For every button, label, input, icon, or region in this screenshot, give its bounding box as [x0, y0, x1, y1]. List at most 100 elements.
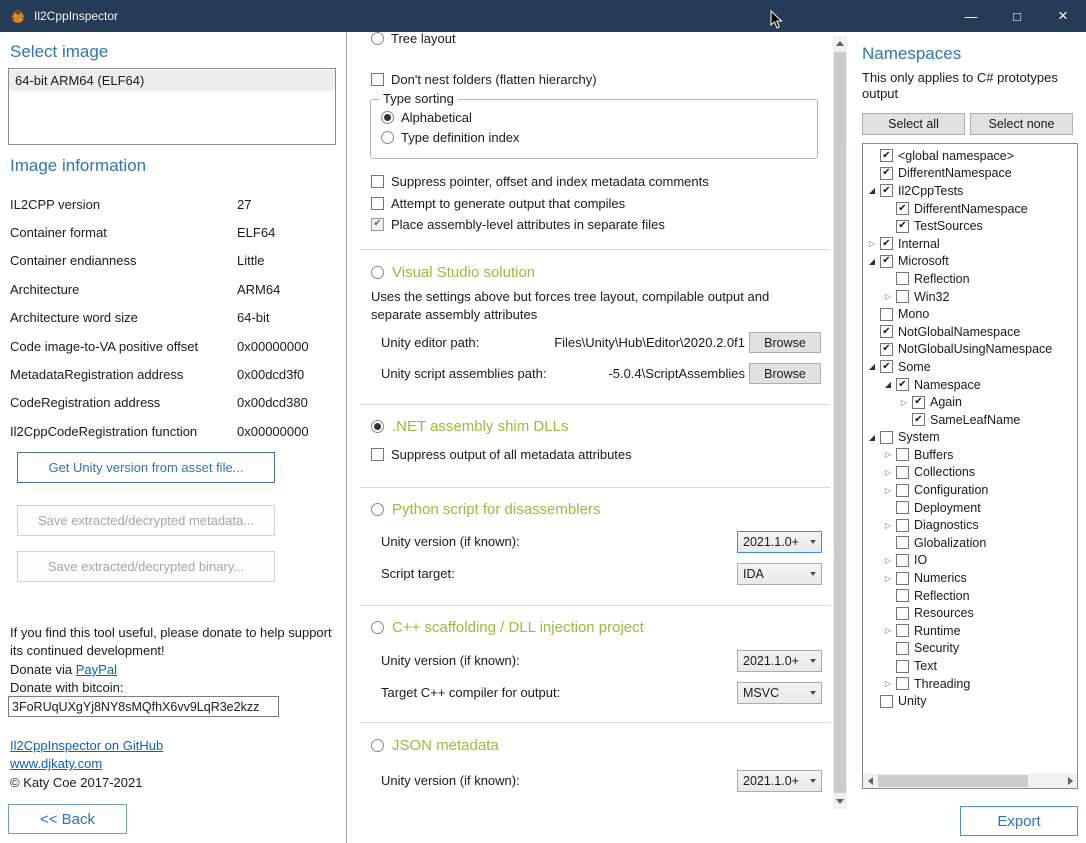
browse-assemblies-button[interactable]: Browse: [749, 363, 821, 384]
expander-expanded-icon[interactable]: ◢: [881, 380, 895, 389]
namespace-tree-item[interactable]: ◢✔Some: [863, 358, 1077, 376]
namespace-tree-item[interactable]: ▷Diagnostics: [863, 516, 1077, 534]
namespace-checkbox[interactable]: [896, 624, 909, 637]
flatten-checkbox-row[interactable]: Don't nest folders (flatten hierarchy): [371, 72, 597, 87]
website-link[interactable]: www.djkaty.com: [10, 756, 102, 771]
namespace-checkbox[interactable]: ✔: [880, 255, 893, 268]
github-link[interactable]: Il2CppInspector on GitHub: [10, 738, 163, 753]
namespace-tree-item[interactable]: ◢System: [863, 429, 1077, 447]
namespace-checkbox[interactable]: ✔: [912, 396, 925, 409]
namespace-tree-item[interactable]: ◢✔Microsoft: [863, 253, 1077, 271]
cpp-compiler-combo[interactable]: MSVC: [737, 682, 822, 704]
namespace-tree-item[interactable]: ✔NotGlobalNamespace: [863, 323, 1077, 341]
expander-collapsed-icon[interactable]: ▷: [897, 398, 911, 407]
namespace-tree-item[interactable]: Text: [863, 657, 1077, 675]
namespace-checkbox[interactable]: [896, 484, 909, 497]
namespace-checkbox[interactable]: ✔: [880, 343, 893, 356]
expander-collapsed-icon[interactable]: ▷: [881, 468, 895, 477]
expander-collapsed-icon[interactable]: ▷: [881, 521, 895, 530]
namespace-checkbox[interactable]: ✔: [880, 237, 893, 250]
scroll-left-arrow[interactable]: [863, 774, 877, 788]
scrollbar-thumb[interactable]: [878, 775, 1028, 787]
namespace-checkbox[interactable]: ✔: [880, 325, 893, 338]
radio-icon[interactable]: [371, 32, 384, 45]
namespace-checkbox[interactable]: [896, 642, 909, 655]
namespace-checkbox[interactable]: [896, 290, 909, 303]
expander-collapsed-icon[interactable]: ▷: [881, 574, 895, 583]
scrollbar-thumb[interactable]: [834, 52, 846, 793]
expander-collapsed-icon[interactable]: ▷: [865, 239, 879, 248]
suppress-metadata-checkbox-row[interactable]: Suppress output of all metadata attribut…: [371, 447, 632, 462]
namespace-tree-item[interactable]: Mono: [863, 305, 1077, 323]
checkbox-icon[interactable]: [371, 175, 384, 188]
checkbox-icon[interactable]: [371, 73, 384, 86]
namespace-checkbox[interactable]: [896, 272, 909, 285]
namespace-tree-item[interactable]: ✔TestSources: [863, 217, 1077, 235]
namespace-checkbox[interactable]: [896, 466, 909, 479]
namespace-checkbox[interactable]: [896, 607, 909, 620]
namespace-tree-item[interactable]: ▷Buffers: [863, 446, 1077, 464]
scroll-up-arrow[interactable]: [833, 36, 847, 51]
namespace-tree-item[interactable]: ▷Runtime: [863, 622, 1077, 640]
namespace-tree-item[interactable]: ▷✔Again: [863, 393, 1077, 411]
back-button[interactable]: << Back: [8, 804, 127, 834]
expander-collapsed-icon[interactable]: ▷: [881, 626, 895, 635]
namespace-checkbox[interactable]: [896, 572, 909, 585]
minimize-button[interactable]: —: [948, 0, 994, 32]
namespace-checkbox[interactable]: [896, 677, 909, 690]
select-none-button[interactable]: Select none: [970, 113, 1073, 135]
namespace-checkbox[interactable]: [896, 501, 909, 514]
namespace-checkbox[interactable]: [896, 448, 909, 461]
close-button[interactable]: ×: [1040, 0, 1086, 32]
namespace-checkbox[interactable]: ✔: [880, 360, 893, 373]
expander-collapsed-icon[interactable]: ▷: [881, 292, 895, 301]
export-button[interactable]: Export: [960, 806, 1078, 836]
namespace-checkbox[interactable]: [896, 519, 909, 532]
type-def-index-radio-row[interactable]: Type definition index: [381, 130, 520, 145]
namespace-checkbox[interactable]: ✔: [880, 184, 893, 197]
namespace-checkbox[interactable]: [880, 308, 893, 321]
radio-icon[interactable]: [371, 621, 384, 634]
expander-collapsed-icon[interactable]: ▷: [881, 556, 895, 565]
namespace-tree-item[interactable]: ✔DifferentNamespace: [863, 200, 1077, 218]
tree-horizontal-scrollbar[interactable]: [863, 774, 1077, 788]
maximize-button[interactable]: □: [994, 0, 1040, 32]
namespace-tree-item[interactable]: ▷✔Internal: [863, 235, 1077, 253]
namespace-tree-item[interactable]: ▷Numerics: [863, 569, 1077, 587]
radio-selected-icon[interactable]: [371, 420, 384, 433]
scroll-down-arrow[interactable]: [833, 794, 847, 809]
radio-icon[interactable]: [381, 131, 394, 144]
python-script-radio-row[interactable]: Python script for disassemblers: [371, 501, 600, 518]
visual-studio-radio-row[interactable]: Visual Studio solution: [371, 264, 535, 281]
unity-version-combo[interactable]: 2021.1.0+: [737, 770, 822, 792]
expander-expanded-icon[interactable]: ◢: [865, 433, 879, 442]
json-metadata-radio-row[interactable]: JSON metadata: [371, 737, 499, 754]
unity-version-combo[interactable]: 2021.1.0+: [737, 650, 822, 672]
unity-version-combo[interactable]: 2021.1.0+: [737, 531, 822, 553]
expander-collapsed-icon[interactable]: ▷: [881, 450, 895, 459]
namespace-checkbox[interactable]: ✔: [912, 413, 925, 426]
radio-icon[interactable]: [371, 739, 384, 752]
expander-collapsed-icon[interactable]: ▷: [881, 486, 895, 495]
assemblies-path-value[interactable]: -5.0.4\ScriptAssemblies: [498, 366, 745, 381]
namespace-tree-item[interactable]: Reflection: [863, 587, 1077, 605]
namespace-tree-item[interactable]: ✔DifferentNamespace: [863, 165, 1077, 183]
namespace-tree-item[interactable]: ✔<global namespace>: [863, 147, 1077, 165]
namespace-checkbox[interactable]: ✔: [896, 220, 909, 233]
script-target-combo[interactable]: IDA: [737, 563, 822, 585]
namespace-checkbox[interactable]: ✔: [896, 378, 909, 391]
tree-layout-radio-row[interactable]: Tree layout: [371, 32, 456, 46]
expander-collapsed-icon[interactable]: ▷: [881, 679, 895, 688]
checkbox-icon[interactable]: ✔: [371, 218, 384, 231]
namespace-checkbox[interactable]: [880, 431, 893, 444]
radio-selected-icon[interactable]: [381, 111, 394, 124]
get-unity-version-button[interactable]: Get Unity version from asset file...: [17, 452, 275, 483]
shim-dlls-radio-row[interactable]: .NET assembly shim DLLs: [371, 418, 568, 435]
namespace-checkbox[interactable]: [896, 554, 909, 567]
namespace-tree-item[interactable]: Resources: [863, 604, 1077, 622]
browse-editor-button[interactable]: Browse: [749, 332, 821, 353]
namespace-tree-item[interactable]: ▷IO: [863, 552, 1077, 570]
namespace-checkbox[interactable]: [896, 660, 909, 673]
alphabetical-radio-row[interactable]: Alphabetical: [381, 110, 472, 125]
namespace-tree-item[interactable]: ◢✔Namespace: [863, 376, 1077, 394]
